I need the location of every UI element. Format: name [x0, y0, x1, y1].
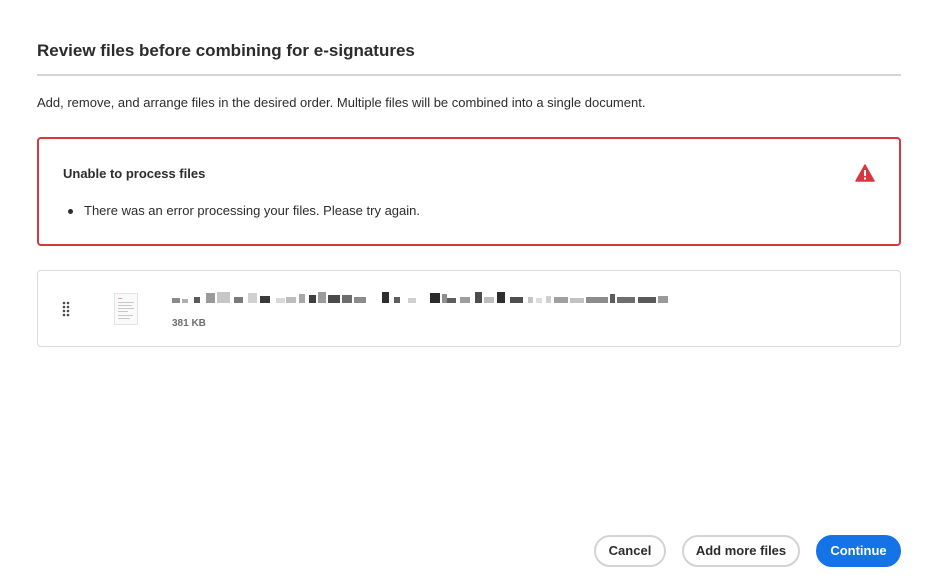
error-message: There was an error processing your files… — [64, 203, 420, 218]
error-messages: There was an error processing your files… — [64, 203, 420, 218]
add-more-files-button[interactable]: Add more files — [682, 535, 800, 567]
error-alert: Unable to process files There was an err… — [37, 137, 901, 246]
title-divider — [37, 74, 901, 76]
dialog-subtitle: Add, remove, and arrange files in the de… — [37, 95, 646, 110]
combine-files-dialog: Review files before combining for e-sign… — [0, 0, 936, 586]
dialog-title: Review files before combining for e-sign… — [37, 41, 415, 60]
file-size: 381 KB — [172, 318, 206, 329]
file-list-item[interactable]: 381 KB — [37, 270, 901, 347]
continue-button[interactable]: Continue — [816, 535, 901, 567]
drag-handle-icon[interactable] — [62, 301, 70, 317]
cancel-button[interactable]: Cancel — [594, 535, 666, 567]
file-name-redacted — [172, 292, 668, 303]
error-title: Unable to process files — [63, 166, 206, 181]
document-thumbnail-icon — [114, 293, 138, 325]
warning-icon — [855, 164, 875, 182]
